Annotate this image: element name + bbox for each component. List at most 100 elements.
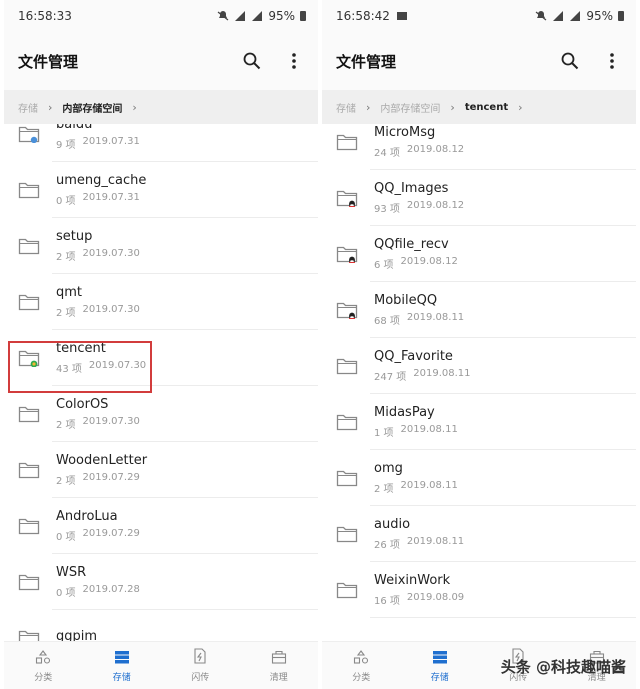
modified-date: 2019.07.28 xyxy=(82,584,140,595)
folder-row[interactable]: QQfile_recv 6 项 2019.08.12 xyxy=(322,226,636,282)
modified-date: 2019.07.29 xyxy=(82,472,140,483)
modified-date: 2019.07.30 xyxy=(82,416,140,427)
file-list: baidu 9 项 2019.07.31 umeng_cache 0 项 2019.07.… xyxy=(4,124,318,641)
nav-tab[interactable]: 存储 xyxy=(410,649,470,683)
folder-row[interactable]: tencent 43 项 2019.07.30 xyxy=(4,330,318,386)
folder-icon xyxy=(336,357,358,375)
chevron-right-icon: › xyxy=(48,100,53,114)
folder-name: tencent xyxy=(56,341,106,356)
nav-tab[interactable]: 分类 xyxy=(331,649,391,683)
nav-tab[interactable]: 闪传 xyxy=(170,648,230,683)
item-count: 2 项 xyxy=(56,476,76,487)
folder-name: MicroMsg xyxy=(374,125,436,140)
more-vert-icon xyxy=(292,53,296,69)
folder-row[interactable]: MobileQQ 68 项 2019.08.11 xyxy=(322,282,636,338)
item-count: 1 项 xyxy=(374,428,394,439)
item-count: 2 项 xyxy=(374,484,394,495)
folder-name: qmt xyxy=(56,285,83,300)
nav-tab[interactable]: 存储 xyxy=(92,649,152,683)
nav-label: 分类 xyxy=(352,672,371,683)
modified-date: 2019.08.09 xyxy=(406,592,465,603)
breadcrumb-middle[interactable]: 内部存储空间 xyxy=(380,100,440,115)
modified-date: 2019.08.11 xyxy=(400,480,458,491)
search-button[interactable] xyxy=(558,49,582,73)
clean-icon xyxy=(271,649,287,668)
signal-icon xyxy=(235,11,246,21)
folder-icon xyxy=(18,181,40,199)
chevron-right-icon: › xyxy=(132,100,137,114)
nav-tab[interactable]: 分类 xyxy=(13,649,73,683)
status-bar: 16:58:42 95% xyxy=(322,0,636,32)
folder-icon xyxy=(18,461,40,479)
folder-row[interactable]: WeixinWork 16 项 2019.08.09 xyxy=(322,562,636,618)
breadcrumb: 存储 › 内部存储空间 › xyxy=(4,90,318,124)
chevron-right-icon: › xyxy=(450,100,455,114)
nav-label: 清理 xyxy=(269,672,288,683)
folder-row[interactable]: WoodenLetter 2 项 2019.07.29 xyxy=(4,442,318,498)
search-icon xyxy=(561,52,579,70)
app-folder-icon xyxy=(18,125,40,144)
qq-folder-icon xyxy=(336,301,358,320)
folder-row[interactable]: AndroLua 0 项 2019.07.29 xyxy=(4,498,318,554)
item-count: 24 项 xyxy=(374,148,400,159)
page-title: 文件管理 xyxy=(336,52,397,71)
folder-row[interactable]: qmt 2 项 2019.07.30 xyxy=(4,274,318,330)
watermark: 头条 @科技趣喵酱 xyxy=(500,658,626,676)
folder-name: baidu xyxy=(56,124,93,132)
folder-row[interactable]: MidasPay 1 项 2019.08.11 xyxy=(322,394,636,450)
storage-icon xyxy=(432,649,448,668)
modified-date: 2019.07.29 xyxy=(82,528,140,539)
folder-row[interactable]: ColorOS 2 项 2019.07.30 xyxy=(4,386,318,442)
folder-name: setup xyxy=(56,229,93,244)
folder-name: ggpim xyxy=(56,628,98,642)
folder-row[interactable]: omg 2 项 2019.08.11 xyxy=(322,450,636,506)
folder-row[interactable]: setup 2 项 2019.07.30 xyxy=(4,218,318,274)
more-menu-button[interactable] xyxy=(282,49,306,73)
folder-row[interactable]: MicroMsg 24 项 2019.08.12 xyxy=(322,124,636,170)
status-bar: 16:58:33 95% xyxy=(4,0,318,32)
breadcrumb-root[interactable]: 存储 xyxy=(336,100,356,115)
more-menu-button[interactable] xyxy=(600,49,624,73)
folder-row[interactable]: ggpim xyxy=(4,610,318,641)
qq-folder-icon xyxy=(336,245,358,264)
folder-icon xyxy=(18,237,40,255)
qq-folder-icon xyxy=(336,189,358,208)
modified-date: 2019.08.11 xyxy=(406,312,465,323)
bottom-nav: 分类 存储 闪传 清理 xyxy=(4,641,318,689)
transfer-icon xyxy=(193,648,207,668)
search-button[interactable] xyxy=(240,49,264,73)
folder-row[interactable]: audio 26 项 2019.08.11 xyxy=(322,506,636,562)
status-time: 16:58:42 xyxy=(336,9,390,23)
modified-date: 2019.07.30 xyxy=(82,248,140,259)
modified-date: 2019.08.12 xyxy=(406,144,465,155)
folder-row[interactable]: baidu 9 项 2019.07.31 xyxy=(4,124,318,162)
divider xyxy=(370,617,636,618)
folder-name: QQ_Favorite xyxy=(374,349,453,364)
search-icon xyxy=(243,52,261,70)
breadcrumb-current[interactable]: 内部存储空间 xyxy=(62,100,122,115)
folder-name: omg xyxy=(374,461,403,476)
item-count: 2 项 xyxy=(56,252,76,263)
folder-icon xyxy=(18,573,40,591)
folder-row[interactable]: umeng_cache 0 项 2019.07.31 xyxy=(4,162,318,218)
item-count: 26 项 xyxy=(374,540,400,551)
storage-icon xyxy=(114,649,130,668)
category-icon xyxy=(353,649,369,668)
folder-name: AndroLua xyxy=(56,509,118,524)
folder-name: audio xyxy=(374,517,411,532)
folder-row[interactable]: QQ_Favorite 247 项 2019.08.11 xyxy=(322,338,636,394)
item-count: 16 项 xyxy=(374,596,400,607)
nav-label: 分类 xyxy=(34,672,53,683)
breadcrumb-root[interactable]: 存储 xyxy=(18,100,38,115)
folder-name: WSR xyxy=(56,565,87,580)
folder-row[interactable]: QQ_Images 93 项 2019.08.12 xyxy=(322,170,636,226)
breadcrumb-current[interactable]: tencent xyxy=(465,102,508,113)
item-count: 247 项 xyxy=(374,372,407,383)
folder-row[interactable]: WSR 0 项 2019.07.28 xyxy=(4,554,318,610)
chevron-right-icon: › xyxy=(518,100,523,114)
folder-icon xyxy=(18,629,40,641)
item-count: 0 项 xyxy=(56,588,76,599)
folder-icon xyxy=(336,469,358,487)
folder-name: QQfile_recv xyxy=(374,237,449,252)
nav-tab[interactable]: 清理 xyxy=(249,649,309,683)
